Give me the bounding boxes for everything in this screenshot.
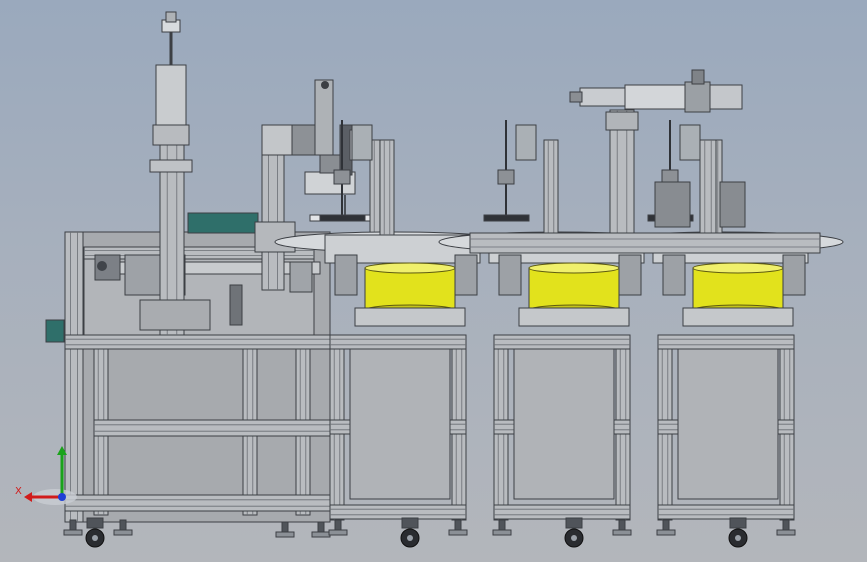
frame-rail-middle — [93, 419, 335, 437]
bowl-bracket-2 — [498, 254, 522, 296]
servo-head-1 — [261, 124, 293, 156]
bowl-bracket-3 — [662, 254, 686, 296]
cad-viewport[interactable]: X Y — [0, 0, 867, 562]
frame-post-left — [64, 231, 84, 523]
feeder-caster-1 — [400, 517, 420, 548]
belt-pulley — [97, 261, 107, 271]
vibratory-bowl-2 — [528, 262, 620, 316]
caster-1 — [85, 517, 105, 548]
gantry-gear — [684, 81, 711, 113]
feeder-caster-3 — [728, 517, 748, 548]
gantry-motor-right — [709, 84, 743, 110]
vibratory-bowl-1 — [364, 262, 456, 316]
transfer-conveyor — [469, 232, 821, 254]
vibratory-bowl-3 — [692, 262, 784, 316]
leveling-foot-3 — [275, 521, 295, 538]
teal-mounting-plate — [187, 212, 259, 234]
leveling-foot-4 — [311, 521, 331, 538]
side-teal-block — [45, 319, 65, 343]
triad-z-axis — [58, 493, 66, 501]
gantry-stack — [654, 181, 691, 228]
cylinder-fitting — [165, 11, 177, 23]
machine-assembly-drawing — [24, 11, 844, 548]
bowl-bracket-1 — [334, 254, 358, 296]
frame-rail-lower — [64, 494, 331, 512]
gantry-motor-left — [579, 87, 626, 107]
column-base-block — [139, 299, 211, 331]
column-collar — [149, 159, 193, 173]
slide-end-block — [289, 261, 313, 293]
feeder-caster-2 — [564, 517, 584, 548]
gantry-post — [699, 139, 717, 236]
servo-tower-1 — [261, 149, 285, 291]
gantry-beam — [624, 84, 686, 110]
servo-motor-1 — [314, 79, 334, 156]
cylinder-mount — [152, 124, 190, 146]
feeder-gripper-2 — [483, 120, 537, 222]
triad-x-label: X — [15, 486, 22, 497]
frame-rail-upper — [64, 334, 331, 350]
servo-fitting-1 — [321, 81, 329, 89]
bracket-slot — [229, 284, 243, 326]
